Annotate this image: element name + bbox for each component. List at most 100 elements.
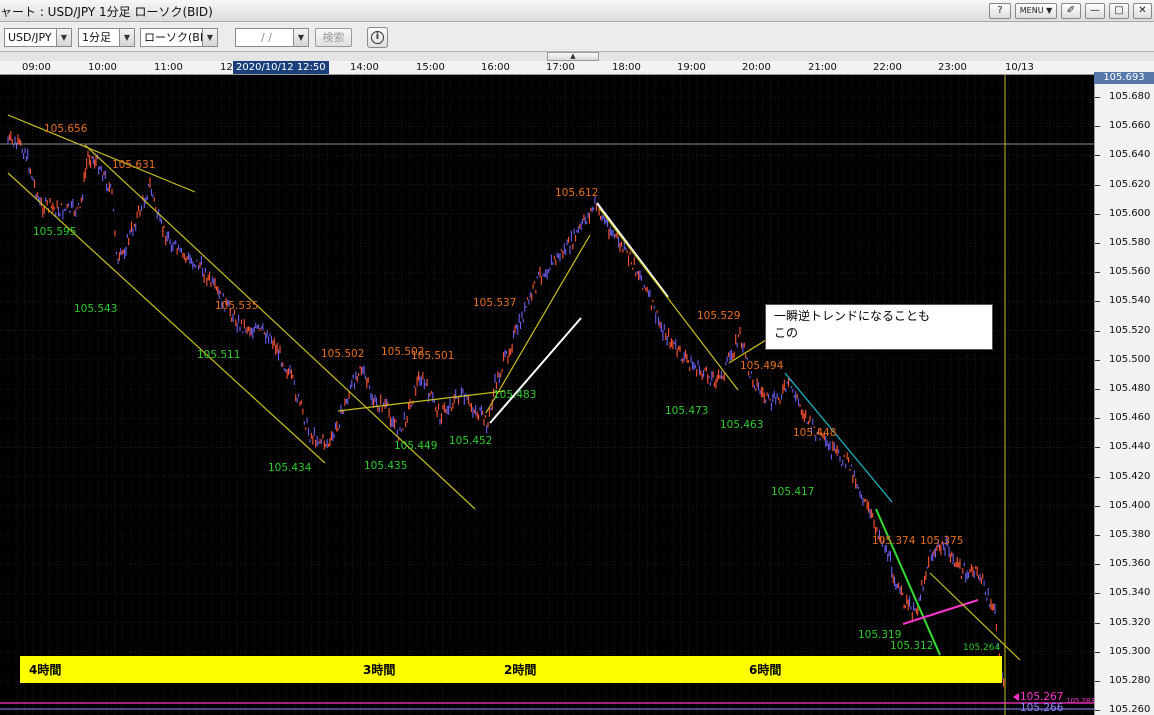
price-tick xyxy=(1095,155,1100,157)
price-tick xyxy=(1095,330,1100,332)
session-banner: 4時間 3時間 2時間 6時間 xyxy=(20,656,1002,683)
menu-button[interactable]: MENU ▼ xyxy=(1015,3,1057,19)
time-label: 23:00 xyxy=(938,62,967,73)
trendline xyxy=(84,144,476,510)
price-tick xyxy=(1095,593,1100,595)
chevron-down-icon[interactable]: ▼ xyxy=(56,29,71,46)
price-tick xyxy=(1095,272,1100,274)
price-label: 105.300 xyxy=(1109,645,1151,657)
price-tick xyxy=(1095,243,1100,244)
search-button[interactable]: 検索 xyxy=(315,28,352,47)
price-tick xyxy=(1095,213,1100,215)
price-label: 105.500 xyxy=(1109,353,1151,365)
low-label: 105.511 xyxy=(197,349,240,361)
date-input[interactable]: / / ▼ xyxy=(235,28,309,47)
info-icon: i xyxy=(371,31,384,44)
last-price-label: 105.264 xyxy=(963,643,1000,653)
price-label: 105.420 xyxy=(1109,470,1151,482)
time-label: 20:00 xyxy=(742,62,771,73)
high-label: 105.448 xyxy=(793,427,836,439)
chevron-down-icon[interactable]: ▼ xyxy=(119,29,134,46)
price-label: 105.400 xyxy=(1109,499,1151,511)
price-tick xyxy=(1095,126,1100,128)
trendline xyxy=(7,172,326,464)
price-label: 105.260 xyxy=(1109,704,1151,715)
price-label: 105.660 xyxy=(1109,120,1151,132)
price-label: 105.480 xyxy=(1109,383,1151,394)
last-price-label: 105.266 xyxy=(1020,702,1064,714)
session-label: 3時間 xyxy=(363,663,396,677)
time-label: 10:00 xyxy=(88,62,117,73)
high-label: 105.529 xyxy=(697,310,740,322)
title-bar: ャート : USD/JPY 1分足 ローソク(BID) ? MENU ▼ ✐ —… xyxy=(0,0,1154,22)
time-label: 14:00 xyxy=(350,62,379,73)
time-axis: 09:00 10:00 11:00 12: 14:00 15:00 16:00 … xyxy=(0,61,1094,75)
high-label: 105.631 xyxy=(112,159,155,171)
date-input-value: / / xyxy=(261,31,272,44)
low-label: 105.543 xyxy=(74,303,117,315)
price-label: 105.540 xyxy=(1109,295,1151,307)
chart-window: ャート : USD/JPY 1分足 ローソク(BID) ? MENU ▼ ✐ —… xyxy=(0,0,1154,715)
last-price-label: 105.283 xyxy=(1066,697,1094,705)
low-label: 105.463 xyxy=(720,419,763,431)
timeframe-value: 1分足 xyxy=(82,31,111,44)
help-button[interactable]: ? xyxy=(989,3,1011,19)
low-label: 105.417 xyxy=(771,486,814,498)
time-label: 19:00 xyxy=(677,62,706,73)
session-label: 6時間 xyxy=(749,663,782,677)
price-chart[interactable]: 105.656 105.631 105.535 105.502 105.502 … xyxy=(0,75,1094,715)
time-label: 10/13 xyxy=(1005,62,1034,73)
time-label: 16:00 xyxy=(481,62,510,73)
symbol-select[interactable]: USD/JPY ▼ xyxy=(4,28,72,47)
collapse-toggle[interactable]: ▲ xyxy=(547,52,599,61)
low-label: 105.452 xyxy=(449,435,492,447)
time-label: 15:00 xyxy=(416,62,445,73)
chart-type-select[interactable]: ローソク(BID) ▼ xyxy=(140,28,218,47)
last-price-marker xyxy=(1013,693,1019,701)
price-tick xyxy=(1095,97,1100,98)
time-label: 21:00 xyxy=(808,62,837,73)
price-tick xyxy=(1095,184,1100,186)
trendline xyxy=(598,207,739,391)
price-tick xyxy=(1095,622,1100,624)
chevron-down-icon[interactable]: ▼ xyxy=(293,29,308,46)
collapse-bar: ▲ xyxy=(0,52,1154,61)
candlestick-series xyxy=(7,130,1005,687)
price-tick xyxy=(1095,710,1100,712)
trendline xyxy=(902,599,979,625)
note-callout: 一瞬逆トレンドになることも この xyxy=(765,304,993,350)
high-label: 105.502 xyxy=(321,348,364,360)
close-button[interactable]: ✕ xyxy=(1133,3,1152,19)
trendline xyxy=(7,114,196,193)
price-label: 105.280 xyxy=(1109,675,1151,686)
price-label: 105.580 xyxy=(1109,237,1151,248)
high-label: 105.494 xyxy=(740,360,784,372)
pin-button[interactable]: ✐ xyxy=(1061,3,1081,19)
low-label: 105.483 xyxy=(493,389,536,401)
timeframe-select[interactable]: 1分足 ▼ xyxy=(78,28,135,47)
price-tick xyxy=(1095,535,1100,536)
price-tick xyxy=(1095,418,1100,420)
price-label: 105.460 xyxy=(1109,412,1151,424)
price-label: 105.560 xyxy=(1109,266,1151,278)
maximize-button[interactable]: □ xyxy=(1109,3,1129,19)
note-line: 一瞬逆トレンドになることも xyxy=(774,309,931,323)
price-label: 105.360 xyxy=(1109,558,1151,570)
low-label: 105.473 xyxy=(665,405,708,417)
session-label: 2時間 xyxy=(504,663,537,677)
high-label: 105.374 xyxy=(872,535,916,547)
low-label: 105.435 xyxy=(364,460,407,472)
high-label: 105.501 xyxy=(411,350,454,362)
time-label: 17:00 xyxy=(546,62,575,73)
price-tick xyxy=(1095,301,1100,303)
chevron-down-icon[interactable]: ▼ xyxy=(202,29,217,46)
trendline xyxy=(485,234,591,414)
high-label: 105.535 xyxy=(215,300,258,312)
minimize-button[interactable]: — xyxy=(1085,3,1105,19)
price-label: 105.600 xyxy=(1109,207,1151,219)
price-tick xyxy=(1095,681,1100,682)
price-tick xyxy=(1095,389,1100,390)
time-label: 22:00 xyxy=(873,62,902,73)
info-button[interactable]: i xyxy=(367,27,388,48)
time-label: 09:00 xyxy=(22,62,51,73)
